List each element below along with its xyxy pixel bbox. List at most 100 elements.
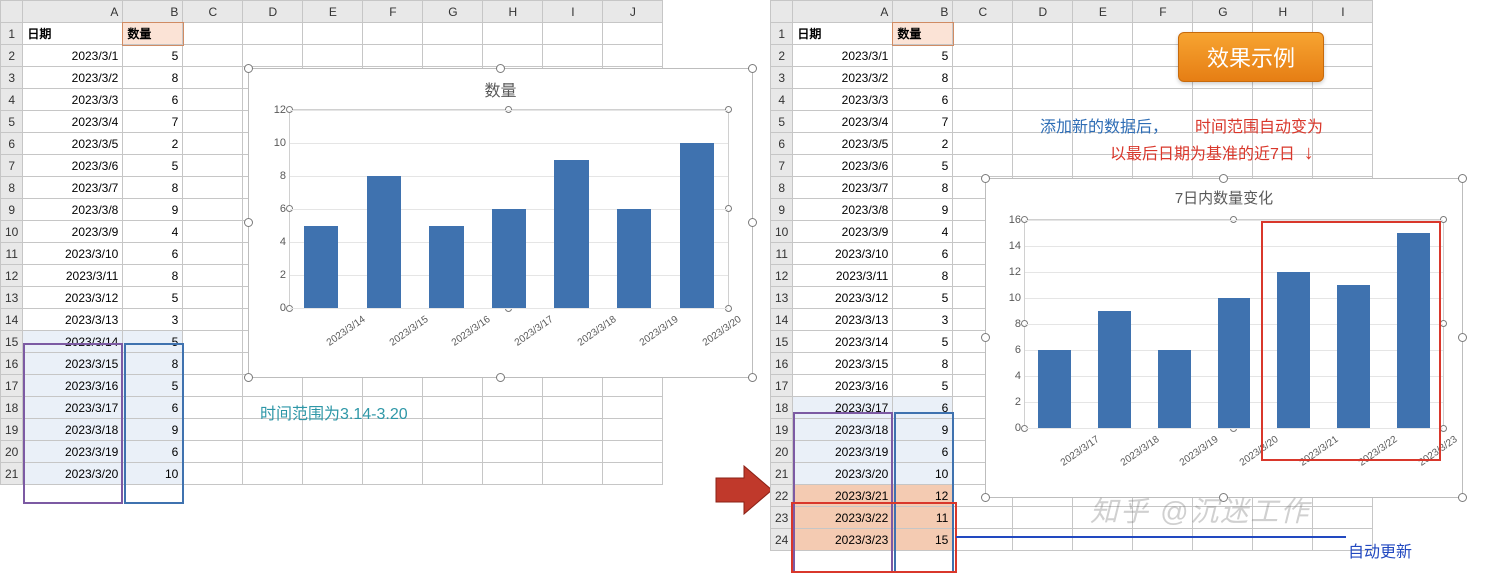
cell[interactable]: 7 (893, 111, 953, 133)
col-header[interactable]: G (423, 1, 483, 23)
cell[interactable] (183, 155, 243, 177)
bar[interactable] (367, 176, 401, 308)
row-header[interactable]: 1 (771, 23, 793, 45)
col-header[interactable]: F (1133, 1, 1193, 23)
cell[interactable] (483, 441, 543, 463)
cell[interactable]: 2023/3/7 (23, 177, 123, 199)
col-header[interactable]: A (23, 1, 123, 23)
cell[interactable]: 2023/3/16 (23, 375, 123, 397)
row-header[interactable]: 15 (1, 331, 23, 353)
row-header[interactable]: 21 (771, 463, 793, 485)
resize-handle[interactable] (1458, 174, 1467, 183)
row-header[interactable]: 3 (1, 67, 23, 89)
row-header[interactable]: 20 (771, 441, 793, 463)
cell[interactable] (303, 441, 363, 463)
cell[interactable]: 10 (893, 463, 953, 485)
row-header[interactable]: 10 (1, 221, 23, 243)
row-header[interactable]: 19 (1, 419, 23, 441)
cell[interactable]: 3 (893, 309, 953, 331)
cell[interactable]: 6 (893, 397, 953, 419)
cell[interactable]: 2023/3/3 (23, 89, 123, 111)
cell[interactable] (543, 45, 603, 67)
cell[interactable] (483, 419, 543, 441)
cell[interactable]: 2023/3/17 (23, 397, 123, 419)
cell[interactable]: 2023/3/6 (23, 155, 123, 177)
cell[interactable] (243, 23, 303, 45)
cell[interactable] (363, 441, 423, 463)
cell[interactable]: 9 (123, 199, 183, 221)
cell[interactable]: 2 (893, 133, 953, 155)
resize-handle[interactable] (981, 493, 990, 502)
col-header[interactable]: H (483, 1, 543, 23)
cell[interactable]: 9 (893, 199, 953, 221)
row-header[interactable]: 14 (771, 309, 793, 331)
row-header[interactable]: 6 (771, 133, 793, 155)
resize-handle[interactable] (244, 373, 253, 382)
cell[interactable]: 6 (123, 397, 183, 419)
resize-handle[interactable] (748, 373, 757, 382)
row-header[interactable]: 18 (771, 397, 793, 419)
cell[interactable] (423, 419, 483, 441)
col-header[interactable]: E (303, 1, 363, 23)
cell[interactable]: 5 (893, 287, 953, 309)
bar[interactable] (429, 226, 463, 309)
cell[interactable] (183, 221, 243, 243)
cell[interactable]: 2023/3/13 (793, 309, 893, 331)
cell[interactable] (1253, 89, 1313, 111)
cell[interactable]: 6 (123, 89, 183, 111)
col-header[interactable]: C (953, 1, 1013, 23)
cell[interactable]: 2023/3/2 (23, 67, 123, 89)
cell[interactable]: 日期 (793, 23, 893, 45)
cell[interactable]: 2023/3/19 (793, 441, 893, 463)
cell[interactable] (603, 397, 663, 419)
cell[interactable] (953, 89, 1013, 111)
col-header[interactable]: B (893, 1, 953, 23)
cell[interactable] (243, 441, 303, 463)
cell[interactable]: 5 (893, 375, 953, 397)
col-header[interactable]: D (1013, 1, 1073, 23)
cell[interactable]: 9 (123, 419, 183, 441)
resize-handle[interactable] (496, 64, 505, 73)
row-header[interactable]: 8 (1, 177, 23, 199)
cell[interactable] (183, 177, 243, 199)
cell[interactable]: 2023/3/22 (793, 507, 893, 529)
cell[interactable] (183, 309, 243, 331)
bar[interactable] (304, 226, 338, 309)
cell[interactable]: 2023/3/20 (23, 463, 123, 485)
cell[interactable] (303, 23, 363, 45)
cell[interactable] (603, 463, 663, 485)
row-header[interactable]: 24 (771, 529, 793, 551)
cell[interactable]: 2023/3/18 (23, 419, 123, 441)
cell[interactable]: 2023/3/4 (23, 111, 123, 133)
cell[interactable] (1013, 67, 1073, 89)
cell[interactable] (183, 265, 243, 287)
cell[interactable]: 9 (893, 419, 953, 441)
cell[interactable]: 5 (123, 375, 183, 397)
cell[interactable] (183, 463, 243, 485)
cell[interactable] (483, 397, 543, 419)
col-header[interactable]: J (603, 1, 663, 23)
cell[interactable]: 2023/3/14 (793, 331, 893, 353)
cell[interactable] (543, 23, 603, 45)
row-header[interactable]: 17 (771, 375, 793, 397)
cell[interactable]: 8 (123, 177, 183, 199)
col-header[interactable]: A (793, 1, 893, 23)
cell[interactable]: 8 (893, 353, 953, 375)
cell[interactable] (423, 23, 483, 45)
resize-handle[interactable] (748, 64, 757, 73)
cell[interactable]: 2023/3/20 (793, 463, 893, 485)
row-header[interactable]: 3 (771, 67, 793, 89)
cell[interactable]: 日期 (23, 23, 123, 45)
col-header[interactable]: F (363, 1, 423, 23)
col-header[interactable]: C (183, 1, 243, 23)
cell[interactable]: 2023/3/12 (23, 287, 123, 309)
cell[interactable] (183, 441, 243, 463)
cell[interactable]: 7 (123, 111, 183, 133)
bar[interactable] (1337, 285, 1370, 428)
resize-handle[interactable] (748, 218, 757, 227)
cell[interactable] (543, 463, 603, 485)
cell[interactable] (363, 463, 423, 485)
col-header[interactable]: D (243, 1, 303, 23)
cell[interactable] (423, 463, 483, 485)
cell[interactable]: 5 (123, 287, 183, 309)
